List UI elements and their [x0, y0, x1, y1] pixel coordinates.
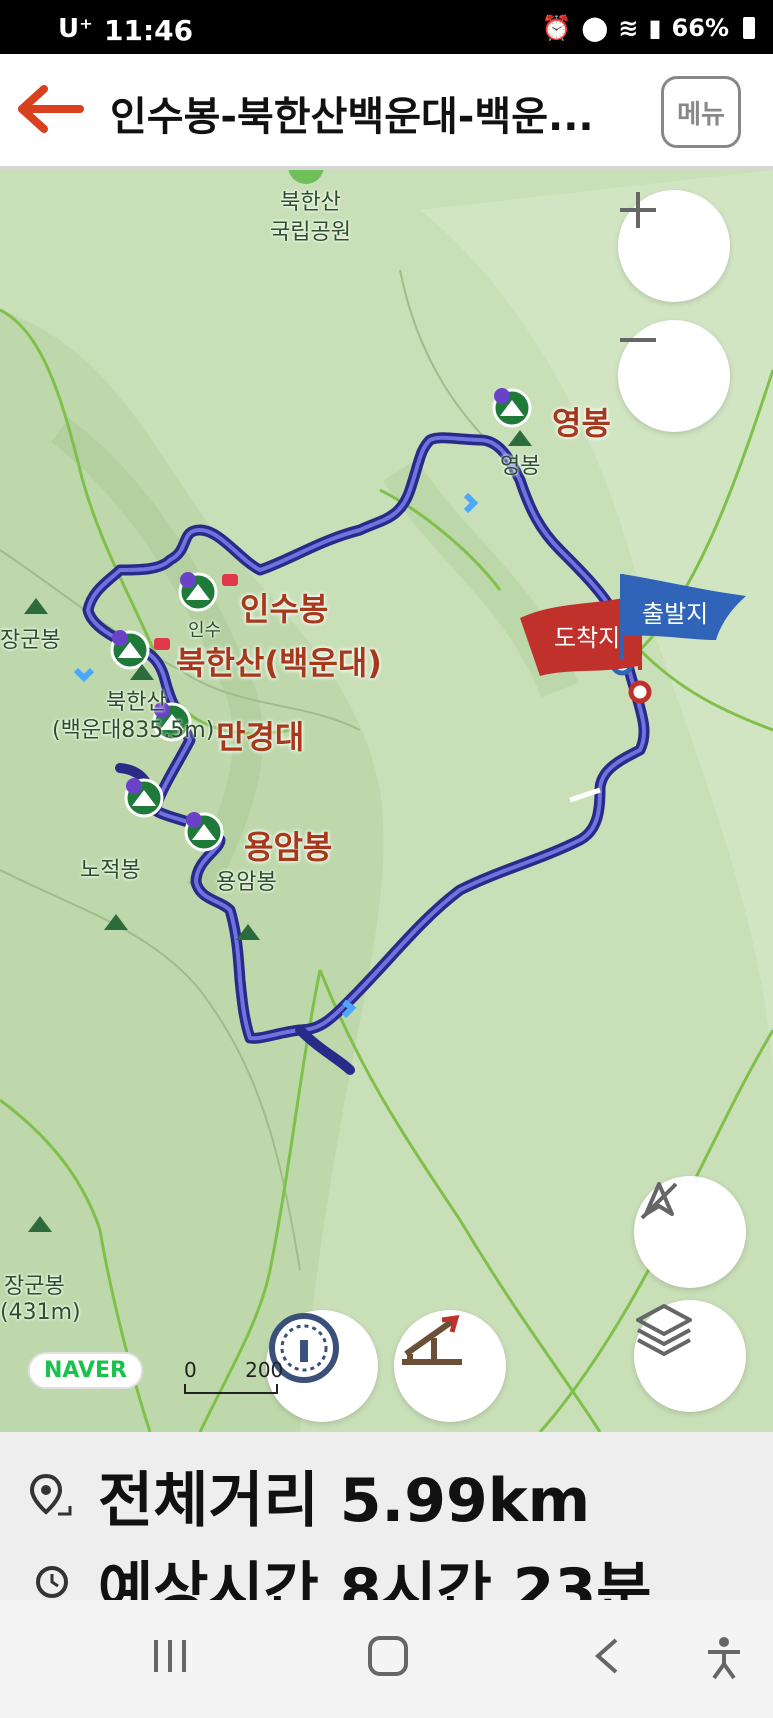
accessibility-button[interactable] [704, 1636, 744, 1690]
status-icons: ⏰ ⬤ ≋ ▮ 66% [541, 14, 755, 42]
home-button[interactable] [366, 1636, 410, 1686]
zoom-in-button[interactable] [618, 190, 730, 302]
chevron-left-icon [594, 1638, 618, 1674]
alarm-icon: ⏰ [541, 14, 572, 42]
peak-sublabel-yongambong: 용암봉 [216, 870, 277, 895]
plus-icon [620, 192, 656, 228]
wifi-icon: ≋ [618, 14, 639, 42]
peak-label-yongambong: 용암봉 [244, 828, 333, 866]
naver-logo: NAVER [28, 1352, 143, 1389]
back-nav-button[interactable] [592, 1636, 622, 1686]
peak-label-janggunbong-bottom: 장군봉 [4, 1274, 65, 1299]
zoom-out-button[interactable] [618, 320, 730, 432]
signal-icon: ▮ [648, 14, 662, 42]
arrival-flag-label: 도착지 [554, 624, 621, 652]
peak-marker-yeongbong [492, 388, 532, 428]
route-summary: 전체거리 5.99km 예상시간 8시간 23분 [0, 1432, 773, 1626]
peak-label-insubong: 인수봉 [240, 590, 329, 628]
compass-off-icon [640, 1182, 678, 1220]
peak-label-nojeokbong: 노적봉 [80, 858, 141, 883]
title-bar: 인수봉-북한산백운대-백운... 메뉴 [0, 54, 773, 170]
peak-marker-yongambong [184, 812, 224, 852]
elevation-button[interactable] [394, 1310, 506, 1422]
back-button[interactable] [18, 84, 88, 134]
total-distance: 전체거리 5.99km [98, 1466, 591, 1536]
compass-button[interactable] [634, 1176, 746, 1288]
carrier-label: U⁺ [58, 14, 93, 44]
home-icon [368, 1636, 408, 1676]
route-pin-icon [30, 1473, 72, 1515]
end-point-marker [628, 680, 652, 704]
system-nav-bar [0, 1600, 773, 1718]
map-scale: 0 200 [184, 1358, 283, 1394]
peak-label-yeongbong: 영봉 [552, 404, 611, 442]
map-view[interactable]: 북한산 국립공원 영봉 영봉 인수봉 인수 북한산(백운대) 북한산 (백운대8… [0, 170, 773, 1432]
layers-button[interactable] [634, 1300, 746, 1412]
minus-icon [620, 338, 656, 342]
departure-flag-label: 출발지 [642, 600, 709, 628]
scale-bar [184, 1384, 278, 1394]
location-icon: ⬤ [581, 14, 609, 42]
menu-button[interactable]: 메뉴 [661, 76, 741, 148]
peak-label-bukhansan: 북한산(백운대) [176, 644, 382, 682]
layers-icon [636, 1304, 692, 1356]
clock: 11:46 [104, 14, 194, 47]
status-bar: U⁺ 11:46 ⏰ ⬤ ≋ ▮ 66% [0, 0, 773, 54]
recent-apps-icon [154, 1640, 186, 1672]
arrow-left-icon [18, 85, 84, 133]
scale-zero: 0 [184, 1358, 197, 1382]
peak-marker-nojeokbong [124, 778, 164, 818]
peak-sublabel-yeongbong: 영봉 [500, 454, 541, 479]
scale-value: 200 [245, 1358, 284, 1382]
peak-label-janggunbong-top: 장군봉 [0, 628, 61, 653]
accessibility-icon [708, 1637, 740, 1680]
peak-sublabel-baegundae-2: (백운대835.5m) [52, 718, 215, 743]
distance-row: 전체거리 5.99km [30, 1452, 590, 1539]
park-label: 북한산 국립공원 [270, 190, 351, 245]
page-title: 인수봉-북한산백운대-백운... [110, 94, 594, 140]
recent-apps-button[interactable] [150, 1636, 190, 1686]
peak-label-mangyeongdae: 만경대 [216, 718, 305, 756]
battery-label: 66% [671, 14, 729, 42]
peak-elev-janggunbong-bottom: (431m) [0, 1300, 81, 1325]
battery-icon [743, 17, 755, 39]
elevation-icon [402, 1314, 462, 1365]
